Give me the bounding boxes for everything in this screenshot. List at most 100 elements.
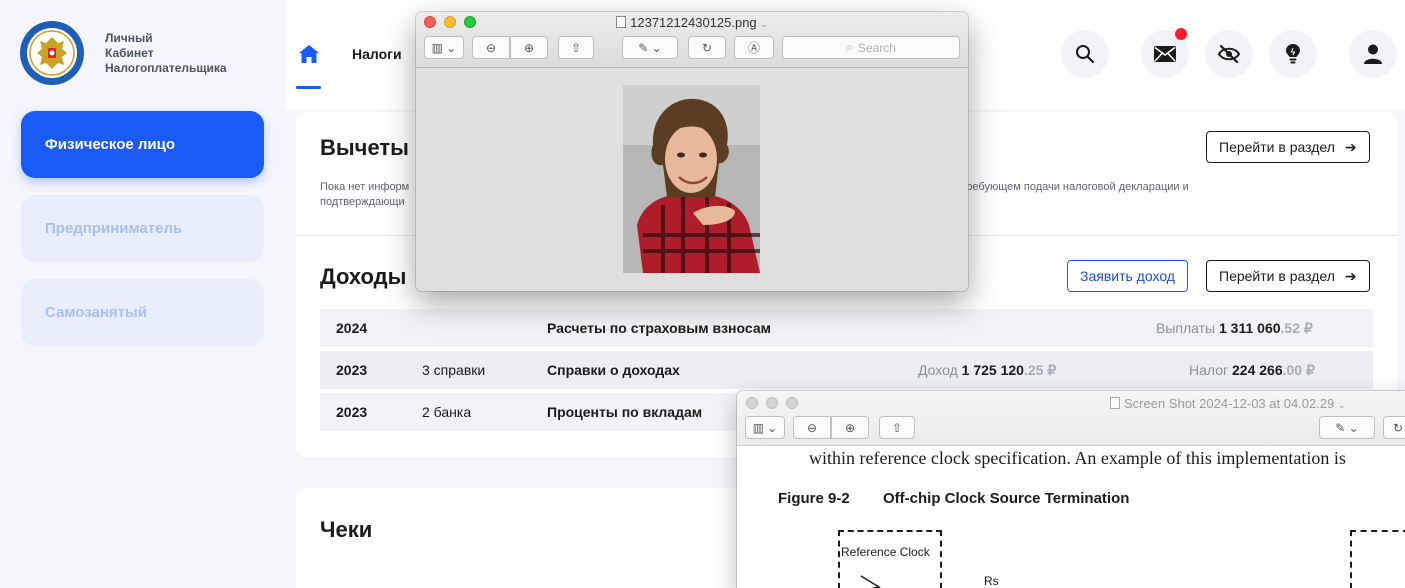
amount-cents: .52 ₽: [1280, 320, 1313, 336]
minimize-window-button[interactable]: [766, 397, 778, 409]
eye-off-icon: [1217, 44, 1241, 64]
window-title-text: Screen Shot 2024-12-03 at 04.02.29: [1124, 396, 1335, 411]
arrow-right-icon: ➔: [1344, 138, 1357, 155]
lightbulb-icon: [1286, 44, 1300, 64]
sidebar-item-entrepreneur[interactable]: Предприниматель: [21, 195, 264, 262]
sidebar-item-label: Самозанятый: [45, 304, 148, 321]
zoom-in-button[interactable]: ⊕: [510, 36, 548, 59]
checks-title: Чеки: [320, 517, 373, 542]
home-icon[interactable]: [298, 44, 320, 64]
markup-button[interactable]: ✎ ⌄: [1319, 416, 1375, 439]
search-button[interactable]: [1061, 30, 1109, 78]
row-amount: Выплаты 1 311 060.52 ₽: [1156, 320, 1313, 337]
zoom-in-icon: ⊕: [844, 420, 856, 435]
rs-label: Rs: [984, 574, 999, 588]
mail-icon: [1154, 46, 1176, 62]
table-row[interactable]: 2023 3 справки Справки о доходах Доход 1…: [320, 351, 1373, 389]
pen-icon: ✎ ⌄: [638, 40, 662, 55]
amount-label: Выплаты: [1156, 320, 1216, 336]
brand-line-3: Налогоплательщика: [105, 61, 227, 75]
button-label: Перейти в раздел: [1219, 139, 1335, 155]
search-input[interactable]: ⌕ Search: [782, 36, 960, 59]
amount-cents: .25 ₽: [1023, 362, 1057, 378]
rotate-icon: ↻: [701, 40, 713, 55]
zoom-in-icon: ⊕: [523, 40, 535, 55]
zoom-out-icon: ⊖: [806, 420, 818, 435]
row-year: 2023: [336, 404, 368, 420]
window-title-text: 12371212430125.png: [630, 15, 757, 30]
zoom-out-button[interactable]: ⊖: [472, 36, 510, 59]
annotate-button[interactable]: Ⓐ: [734, 36, 774, 59]
sidebar-item-label: Физическое лицо: [45, 136, 176, 153]
deductions-go-button[interactable]: Перейти в раздел ➔: [1206, 131, 1370, 163]
visually-impaired-button[interactable]: [1205, 30, 1253, 78]
search-icon: ⌕: [846, 40, 853, 54]
close-window-button[interactable]: [746, 397, 758, 409]
amount-value: 224 266: [1232, 362, 1283, 378]
preview-window-document[interactable]: Screen Shot 2024-12-03 at 04.02.29 ⌄ ▥ ⌄…: [737, 391, 1405, 588]
active-tab-indicator: [296, 86, 321, 89]
pen-icon: ✎ ⌄: [1335, 420, 1359, 435]
nav-item-taxes[interactable]: Налоги: [352, 46, 402, 62]
chevron-down-icon[interactable]: ⌄: [760, 19, 768, 29]
row-count: 2 банка: [422, 404, 472, 420]
share-button[interactable]: ⇧: [558, 36, 594, 59]
fns-logo[interactable]: [19, 20, 85, 86]
reference-clock-label: Reference Clock: [841, 545, 930, 559]
figure-caption: Off-chip Clock Source Termination: [883, 490, 1130, 507]
portrait-photo: [623, 85, 760, 273]
tips-button[interactable]: [1269, 30, 1317, 78]
rotate-button[interactable]: ↻: [1383, 416, 1405, 439]
messages-button[interactable]: [1141, 28, 1189, 78]
rotate-icon: ↻: [1392, 420, 1404, 435]
buffer-triangle-icon: [860, 575, 881, 588]
row-count: 3 справки: [422, 362, 486, 378]
sidebar-item-self-employed[interactable]: Самозанятый: [21, 279, 264, 346]
sidebar-toggle-button[interactable]: ▥ ⌄: [424, 36, 464, 59]
device-box: [1350, 530, 1405, 588]
window-titlebar[interactable]: Screen Shot 2024-12-03 at 04.02.29 ⌄ ▥ ⌄…: [737, 391, 1405, 446]
share-icon: ⇧: [891, 420, 903, 435]
row-year: 2024: [336, 320, 368, 336]
markup-button[interactable]: ✎ ⌄: [622, 36, 678, 59]
figure-number: Figure 9-2: [778, 490, 850, 507]
file-icon: [616, 16, 627, 28]
preview-window-photo[interactable]: 12371212430125.png ⌄ ▥ ⌄ ⊖ ⊕ ⇧ ✎ ⌄ ↻ Ⓐ ⌕…: [416, 12, 968, 291]
user-icon: [1364, 44, 1382, 64]
declare-income-button[interactable]: Заявить доход: [1067, 260, 1188, 292]
rotate-button[interactable]: ↻: [688, 36, 726, 59]
sidebar-toggle-button[interactable]: ▥ ⌄: [745, 416, 785, 439]
sidebar-item-individual[interactable]: Физическое лицо: [21, 111, 264, 178]
income-go-button[interactable]: Перейти в раздел ➔: [1206, 260, 1370, 292]
amount-label: Доход: [918, 362, 958, 378]
window-title: 12371212430125.png ⌄: [416, 15, 968, 30]
notification-dot: [1175, 28, 1187, 40]
row-year: 2023: [336, 362, 368, 378]
sidebar-item-label: Предприниматель: [45, 220, 183, 237]
search-placeholder: Search: [857, 40, 896, 55]
brand-line-1: Личный: [105, 31, 153, 45]
share-button[interactable]: ⇧: [879, 416, 915, 439]
button-label: Перейти в раздел: [1219, 268, 1335, 284]
zoom-out-button[interactable]: ⊖: [793, 416, 831, 439]
search-icon: [1076, 45, 1095, 64]
deductions-title: Вычеты: [320, 135, 409, 160]
row-name: Расчеты по страховым взносам: [547, 320, 771, 336]
zoom-out-icon: ⊖: [485, 40, 497, 55]
brand-line-2: Кабинет: [105, 46, 154, 60]
reference-clock-box: [838, 530, 942, 588]
amount-cents: .00 ₽: [1282, 362, 1315, 378]
maximize-window-button[interactable]: [786, 397, 798, 409]
zoom-in-button[interactable]: ⊕: [831, 416, 869, 439]
income-title: Доходы: [320, 264, 407, 289]
profile-button[interactable]: [1349, 30, 1397, 78]
table-row[interactable]: 2024 Расчеты по страховым взносам Выплат…: [320, 309, 1373, 347]
window-title: Screen Shot 2024-12-03 at 04.02.29 ⌄: [1110, 396, 1346, 411]
row-name: Проценты по вкладам: [547, 404, 703, 420]
window-titlebar[interactable]: 12371212430125.png ⌄ ▥ ⌄ ⊖ ⊕ ⇧ ✎ ⌄ ↻ Ⓐ ⌕…: [416, 12, 968, 68]
document-text-line: within reference clock specification. An…: [809, 448, 1346, 468]
amount-value: 1 311 060: [1219, 320, 1281, 336]
chevron-down-icon[interactable]: ⌄: [1338, 400, 1346, 410]
row-name: Справки о доходах: [547, 362, 680, 378]
row-income: Доход 1 725 120.25 ₽: [918, 362, 1056, 379]
